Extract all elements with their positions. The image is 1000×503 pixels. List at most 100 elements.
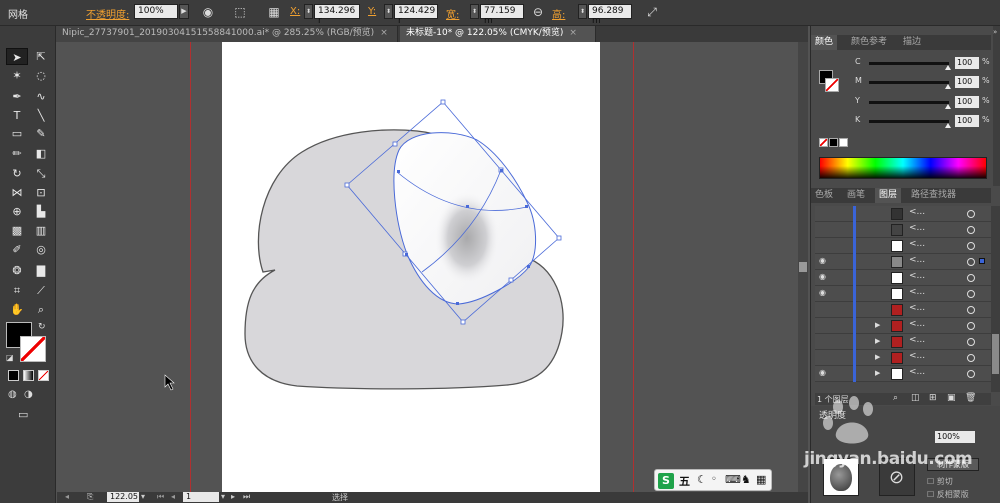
layers-scrollbar[interactable]: [991, 206, 1000, 392]
tab-untitled-10[interactable]: 未标题-10* @ 122.05% (CMYK/预览) ×: [400, 26, 596, 42]
stroke-swatch[interactable]: [20, 336, 46, 362]
width-spinner[interactable]: ⬍: [470, 4, 479, 19]
artboard-dropdown-icon[interactable]: ▾: [221, 492, 225, 501]
shape-builder-tool-icon[interactable]: ⊕: [6, 203, 28, 220]
width-input[interactable]: 77.159 m: [480, 4, 524, 26]
keyboard-icon[interactable]: ⌨: [725, 473, 741, 486]
zoom-dropdown-icon[interactable]: ▾: [141, 492, 145, 501]
artboard-nav-icon[interactable]: ⎘: [87, 492, 93, 502]
layer-row[interactable]: <...: [815, 302, 991, 318]
scroll-thumb[interactable]: [992, 334, 999, 374]
layer-name[interactable]: <...: [909, 271, 925, 281]
slice-tool-icon[interactable]: ⟋: [30, 282, 52, 299]
link-proportions-icon[interactable]: ⊖: [530, 4, 546, 20]
fit-icon[interactable]: ⤢: [644, 4, 660, 20]
tab-color-guide[interactable]: 颜色参考: [847, 35, 891, 50]
target-circle-icon[interactable]: [967, 354, 975, 362]
collapse-icon[interactable]: »: [993, 28, 997, 36]
panel-collapse-strip[interactable]: »: [993, 26, 1000, 186]
tab-color[interactable]: 颜色: [811, 35, 838, 50]
eye-icon[interactable]: ◉: [819, 368, 831, 377]
none-swatch[interactable]: [819, 138, 828, 147]
eyedropper-tool-icon[interactable]: ✐: [6, 241, 28, 258]
color-stroke-swatch[interactable]: [825, 78, 839, 92]
height-input[interactable]: 96.289 m: [588, 4, 632, 26]
layer-row[interactable]: ◉ <...: [815, 270, 991, 286]
opacity-input[interactable]: 100%: [134, 4, 178, 19]
curvature-tool-icon[interactable]: ∿: [30, 88, 52, 105]
y-input[interactable]: 124.429 r: [394, 4, 438, 26]
pencil-tool-icon[interactable]: ✏: [6, 145, 28, 162]
tab-brushes[interactable]: 画笔: [843, 188, 869, 203]
gradient-mode-icon[interactable]: [23, 370, 34, 381]
layer-name[interactable]: <...: [909, 255, 925, 265]
y-spinner[interactable]: ⬍: [384, 4, 393, 19]
layer-row[interactable]: ▶ <...: [815, 350, 991, 366]
target-circle-icon[interactable]: [967, 226, 975, 234]
black-swatch[interactable]: [829, 138, 838, 147]
expand-icon[interactable]: ▶: [875, 321, 880, 329]
hand-tool-icon[interactable]: ✋: [6, 301, 28, 318]
draw-mode-icon[interactable]: ◍: [8, 389, 17, 400]
target-circle-icon[interactable]: [967, 274, 975, 282]
tab-swatches[interactable]: 色板: [811, 188, 837, 203]
line-tool-icon[interactable]: ╲: [30, 107, 52, 124]
layer-name[interactable]: <...: [909, 287, 925, 297]
rotate-tool-icon[interactable]: ↻: [6, 165, 28, 182]
expand-icon[interactable]: ▶: [875, 353, 880, 361]
layer-name[interactable]: <...: [909, 367, 925, 377]
eye-icon[interactable]: ◉: [819, 256, 831, 265]
height-spinner[interactable]: ⬍: [578, 4, 587, 19]
ime-toolbar[interactable]: S 五 ☾ ◦ ⌨ ♞ ▦: [654, 469, 772, 491]
blend-tool-icon[interactable]: ◎: [30, 241, 52, 258]
canvas[interactable]: [57, 42, 808, 492]
m-input[interactable]: 100: [955, 76, 979, 88]
selected-square-icon[interactable]: [979, 258, 985, 264]
target-circle-icon[interactable]: [967, 338, 975, 346]
sogou-icon[interactable]: S: [658, 473, 674, 489]
eye-icon[interactable]: ◉: [819, 288, 831, 297]
direct-selection-tool-icon[interactable]: ⇱: [30, 48, 52, 65]
gradient-tool-icon[interactable]: ▥: [30, 222, 52, 239]
scroll-thumb[interactable]: [799, 262, 807, 272]
white-swatch[interactable]: [839, 138, 848, 147]
x-input[interactable]: 134.296 r: [314, 4, 360, 26]
mesh-tool-icon[interactable]: ▩: [6, 222, 28, 239]
target-circle-icon[interactable]: [967, 290, 975, 298]
layer-row[interactable]: <...: [815, 206, 991, 222]
moon-icon[interactable]: ☾: [697, 473, 707, 486]
opacity-dropdown-arrow[interactable]: ▶: [179, 4, 189, 19]
column-graph-tool-icon[interactable]: ▇: [30, 262, 52, 279]
tab-stroke[interactable]: 描边: [899, 35, 925, 50]
type-tool-icon[interactable]: T: [6, 107, 28, 124]
target-circle-icon[interactable]: [967, 242, 975, 250]
y-input[interactable]: 100: [955, 96, 979, 108]
expand-icon[interactable]: ▶: [875, 369, 880, 377]
align-icon[interactable]: ▦: [266, 4, 282, 20]
layer-row[interactable]: <...: [815, 238, 991, 254]
layer-name[interactable]: <...: [909, 223, 925, 233]
selection-tool-icon[interactable]: ➤: [6, 48, 28, 65]
draw-inside-icon[interactable]: ◑: [24, 389, 33, 400]
target-circle-icon[interactable]: [967, 306, 975, 314]
color-spectrum[interactable]: [819, 157, 987, 179]
free-transform-tool-icon[interactable]: ⊡: [30, 184, 52, 201]
next-artboard-icon[interactable]: ▸: [231, 492, 235, 501]
symbol-sprayer-tool-icon[interactable]: ❂: [6, 262, 28, 279]
layer-row[interactable]: ◉ ▶ <...: [815, 366, 991, 382]
target-circle-icon[interactable]: [967, 210, 975, 218]
first-artboard-icon[interactable]: ⏮: [157, 492, 164, 502]
color-mode-icon[interactable]: [8, 370, 19, 381]
layer-name[interactable]: <...: [909, 335, 925, 345]
layer-name[interactable]: <...: [909, 319, 925, 329]
screen-mode-icon[interactable]: ▭: [18, 408, 28, 421]
ime-mode-label[interactable]: 五: [679, 473, 690, 489]
artwork[interactable]: [57, 42, 808, 492]
x-spinner[interactable]: ⬍: [304, 4, 313, 19]
layer-name[interactable]: <...: [909, 207, 925, 217]
target-circle-icon[interactable]: [967, 258, 975, 266]
width-tool-icon[interactable]: ⋈: [6, 184, 28, 201]
artboard-tool-icon[interactable]: ⌗: [6, 282, 28, 299]
zoom-input[interactable]: 122.05: [107, 492, 139, 502]
tab-pathfinder[interactable]: 路径查找器: [907, 188, 960, 203]
